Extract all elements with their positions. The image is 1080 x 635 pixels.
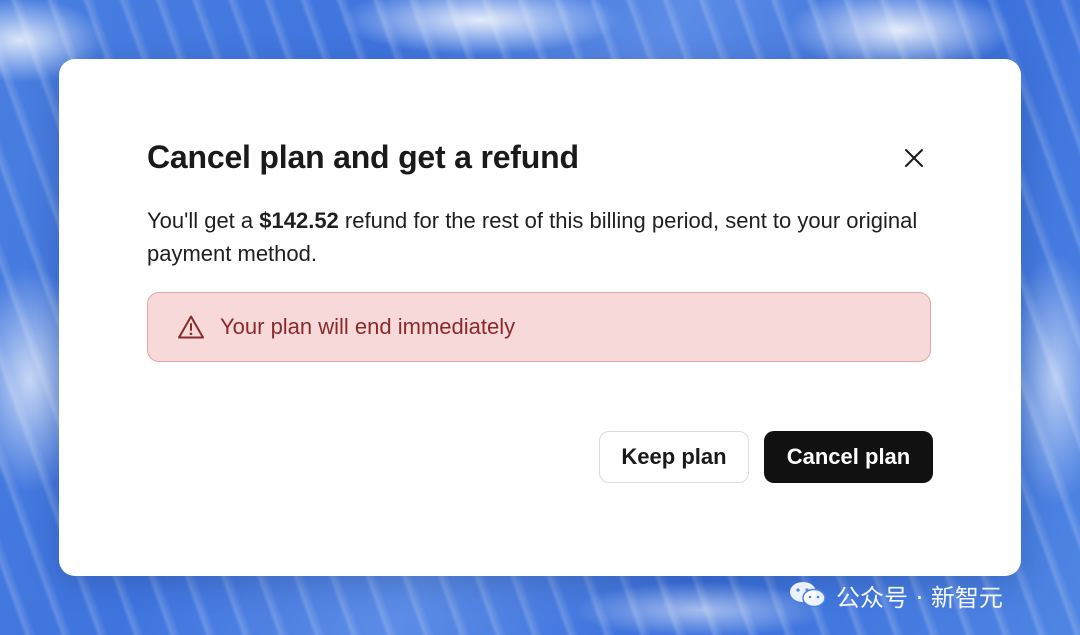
refund-amount: $142.52 bbox=[259, 208, 339, 233]
wechat-icon bbox=[788, 580, 828, 610]
warning-triangle-icon bbox=[176, 312, 206, 342]
refund-description: You'll get a $142.52 refund for the rest… bbox=[147, 204, 947, 270]
description-prefix: You'll get a bbox=[147, 208, 260, 233]
dialog-title: Cancel plan and get a refund bbox=[147, 139, 579, 175]
watermark-text: 公众号 · 新智元 bbox=[836, 583, 1003, 612]
close-button[interactable] bbox=[897, 141, 931, 175]
close-icon bbox=[905, 149, 923, 167]
alert-text: Your plan will end immediately bbox=[220, 314, 516, 339]
cancel-plan-dialog: Cancel plan and get a refund You'll get … bbox=[59, 59, 1021, 576]
cancel-plan-button[interactable]: Cancel plan bbox=[764, 431, 933, 483]
watermark: 公众号 · 新智元 bbox=[788, 578, 1003, 612]
keep-plan-button[interactable]: Keep plan bbox=[599, 431, 749, 483]
warning-alert: Your plan will end immediately bbox=[147, 292, 931, 362]
